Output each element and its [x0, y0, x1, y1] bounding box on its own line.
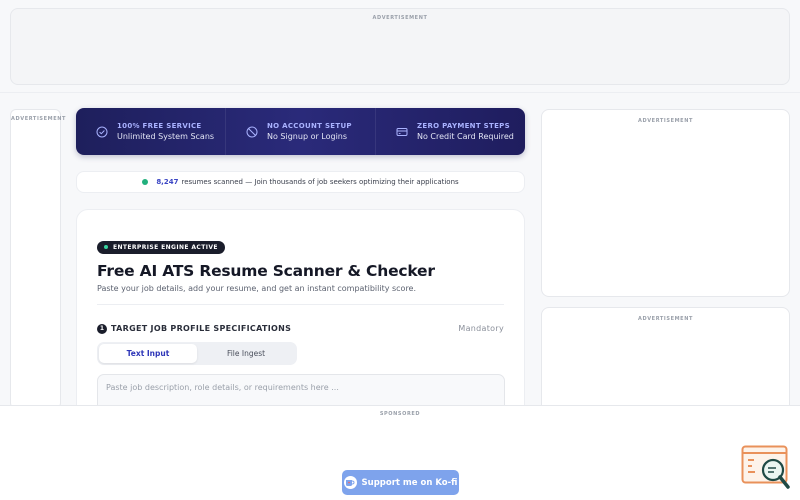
kofi-label: Support me on Ko-fi: [361, 477, 458, 488]
badge-label: ENTERPRISE ENGINE ACTIVE: [113, 243, 218, 251]
feature-zero-payment: ZERO PAYMENT STEPS No Credit Card Requir…: [375, 108, 525, 155]
feature-bar: 100% FREE SERVICE Unlimited System Scans…: [76, 108, 525, 155]
section-title: TARGET JOB PROFILE SPECIFICATIONS: [111, 324, 292, 333]
badge-status-dot: [104, 245, 108, 249]
input-mode-tabs: Text Input File Ingest: [97, 341, 297, 365]
feature-no-account: NO ACCOUNT SETUP No Signup or Logins: [225, 108, 375, 155]
mandatory-label: Mandatory: [458, 324, 504, 333]
feature-subtitle: No Signup or Logins: [267, 132, 348, 141]
page-subtitle: Paste your job details, add your resume,…: [97, 283, 417, 293]
ad-label: ADVERTISEMENT: [637, 316, 693, 322]
ad-label: ADVERTISEMENT: [11, 116, 67, 122]
page-title: Free AI ATS Resume Scanner & Checker: [97, 261, 435, 280]
left-advertisement: ADVERTISEMENT: [10, 109, 67, 409]
feature-subtitle: Unlimited System Scans: [117, 132, 215, 141]
engine-status-badge: ENTERPRISE ENGINE ACTIVE: [97, 240, 225, 254]
resume-scanner-logo-icon: [741, 445, 791, 491]
right-advertisement-bottom: ADVERTISEMENT: [541, 307, 790, 417]
kofi-support-button[interactable]: Support me on Ko-fi: [342, 470, 459, 495]
scanner-card: ENTERPRISE ENGINE ACTIVE Free AI ATS Res…: [76, 209, 525, 419]
kofi-cup-icon: [343, 476, 357, 489]
top-advertisement: ADVERTISEMENT: [10, 8, 790, 85]
feature-title: ZERO PAYMENT STEPS: [417, 122, 510, 130]
credit-card-icon: [396, 126, 408, 138]
section-header: 1 TARGET JOB PROFILE SPECIFICATIONS Mand…: [97, 323, 504, 334]
no-entry-icon: [246, 126, 258, 138]
ad-label: SPONSORED: [379, 411, 421, 417]
resume-stats-bar: 8,247 resumes scanned — Join thousands o…: [76, 171, 525, 193]
feature-free-service: 100% FREE SERVICE Unlimited System Scans: [76, 108, 225, 155]
tab-file-ingest[interactable]: File Ingest: [197, 344, 295, 363]
step-number: 1: [97, 323, 107, 334]
feature-title: 100% FREE SERVICE: [117, 122, 202, 130]
live-status-dot: [142, 179, 149, 185]
resume-count: 8,247: [156, 178, 179, 186]
stats-text: resumes scanned — Join thousands of job …: [181, 178, 459, 186]
check-circle-icon: [96, 126, 108, 138]
divider: [0, 92, 800, 93]
tab-text-input[interactable]: Text Input: [99, 343, 197, 363]
ad-label: ADVERTISEMENT: [372, 15, 428, 21]
feature-subtitle: No Credit Card Required: [417, 132, 514, 141]
feature-title: NO ACCOUNT SETUP: [267, 122, 352, 130]
divider: [97, 303, 504, 305]
ad-label: ADVERTISEMENT: [637, 118, 693, 124]
right-advertisement-top: ADVERTISEMENT: [541, 109, 790, 297]
